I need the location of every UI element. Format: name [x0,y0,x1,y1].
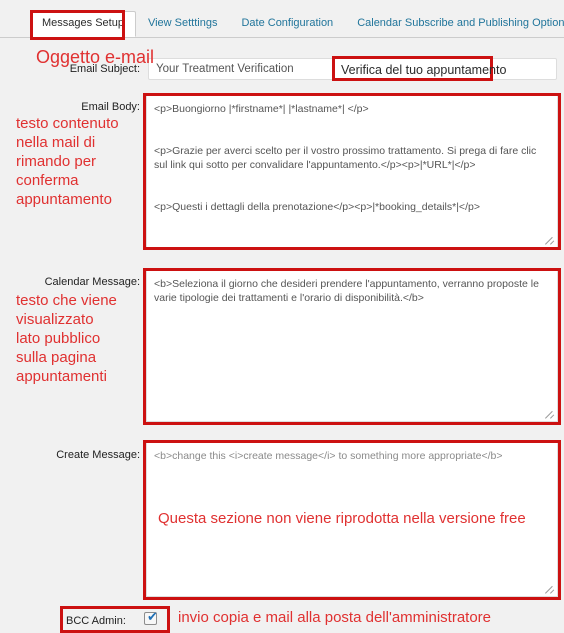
tab-messages-setup[interactable]: Messages Setup [30,11,136,37]
annotation-bcc-admin-note: invio copia e mail alla posta dell'ammin… [178,609,492,626]
tab-label: Calendar Subscribe and Publishing Option… [357,17,564,29]
tab-date-configuration[interactable]: Date Configuration [229,11,345,36]
tab-label: Date Configuration [241,17,334,29]
create-message-label: Create Message: [56,449,140,461]
bcc-admin-label: BCC Admin: [66,615,126,627]
email-body-textarea[interactable]: <p>Buongiorno |*firstname*| |*lastname*|… [146,95,558,248]
tab-view-settings[interactable]: View Setttings [136,11,230,36]
bcc-admin-checkbox[interactable]: ✔ [144,610,158,625]
tab-bar: Messages Setup View Setttings Date Confi… [0,0,564,38]
tab-label: View Setttings [147,17,218,29]
email-body-label: Email Body: [81,101,140,113]
email-subject-label: Email Subject: [69,63,140,75]
tab-list: Messages Setup View Setttings Date Confi… [30,11,564,37]
calendar-message-textarea[interactable]: <b>Seleziona il giorno che desideri pren… [146,270,558,422]
calendar-message-label: Calendar Message: [44,276,140,288]
create-message-textarea[interactable]: <b>change this <i>create message</i> to … [146,442,558,597]
annotation-email-body-note: testo contenuto nella mail di rimando pe… [16,115,119,208]
email-subject-input[interactable] [148,58,557,80]
checkmark-icon: ✔ [147,610,158,625]
tab-calendar-subscribe-publishing-options[interactable]: Calendar Subscribe and Publishing Option… [345,11,564,36]
annotation-calendar-message-note: testo che viene visualizzato lato pubbli… [16,292,117,385]
tab-label: Messages Setup [42,17,124,29]
